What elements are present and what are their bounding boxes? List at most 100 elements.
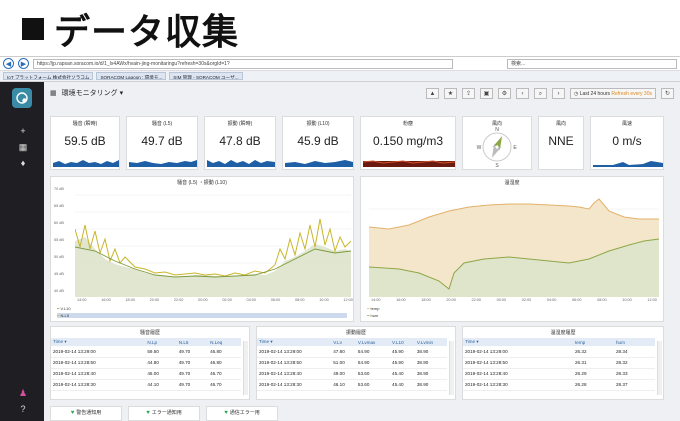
col-header[interactable]: V.L10 [390,338,415,346]
noise-vibration-chart [75,194,351,297]
back-icon[interactable]: ◀ [3,58,14,69]
x-tick: 22:00 [471,298,482,302]
table-row: 2019-02-14 13:28:30 46.10 53.60 45.40 38.90 [257,379,447,391]
col-header[interactable]: N.Lp [145,338,177,346]
star-icon[interactable]: ★ [443,87,457,99]
dashboards-icon[interactable]: ▦ [18,142,28,153]
graph-title: 騒音 (L5) ・振動 (L10) [177,180,227,186]
sparkline [207,160,275,167]
col-header[interactable]: N.L5 [176,338,209,346]
zoom-out-icon[interactable]: ⌕ [533,87,547,99]
user-avatar-icon[interactable]: ♟ [18,388,28,399]
table-row: 2019-02-14 13:28:40 45.00 49.70 46.70 [51,368,241,380]
x-axis: 14:00 16:00 18:00 20:00 22:00 00:00 02:0… [77,298,353,302]
tab-sim[interactable]: SIM 管理 - SORACOM ユーザ... [169,72,243,80]
stat-panel-vibration-l10: 振動 (L10) 45.9 dB [282,116,354,170]
table-title: 振動履歴 [345,330,366,336]
stat-value: 0.150 mg/m3 [372,134,444,148]
sparkline [593,161,663,167]
scrollbar[interactable] [657,341,662,395]
save-icon[interactable]: ▣ [479,87,493,99]
stat-panel-wind-speed: 風速 0 m/s [590,116,664,170]
settings-icon[interactable]: ⚙ [497,87,511,99]
sparkline [285,160,353,167]
stat-title: 騒音 (L5) [151,121,173,127]
compass-e: E [513,145,517,151]
table-row: 2019-02-14 13:28:40 26.29 28.33 [463,368,655,380]
legend-label: N.L5 [60,313,69,318]
col-header[interactable]: V.Lvmin [414,338,447,346]
col-header[interactable]: V.Lv [331,338,356,346]
forward-icon[interactable]: ▶ [18,58,29,69]
x-tick: 04:00 [246,298,257,302]
alert-panel-error: ♥ エラー通知用 [128,406,200,421]
x-tick: 16:00 [101,298,111,302]
col-header[interactable]: Time ▾ [257,338,332,346]
dashboard-title[interactable]: 環境モニタリング ▾ [62,88,123,98]
url-field[interactable]: https://jp.rapsan.soracom.io/d/1_Ix4AWx/… [33,58,453,69]
dashboard-grid-icon: ▦ [50,90,57,97]
stat-value: 45.9 dB [297,134,339,148]
browser-tabs: IoT プラットフォーム 株式会社ソラコム SORACOM Lagoon : 環… [0,71,680,82]
x-tick: 12:00 [343,298,353,302]
time-back-icon[interactable]: ‹ [515,87,529,99]
x-tick: 12:00 [647,298,657,302]
scrollbar[interactable] [449,341,454,395]
sparkline [363,160,455,167]
legend-item[interactable]: ━ hum [367,313,378,318]
col-header[interactable]: temp [573,338,614,346]
stat-value: NNE [548,134,574,148]
title-bullet [22,18,44,40]
y-tick: 45 dB [54,272,64,276]
dashboard-area: ▦ 環境モニタリング ▾ ▲ ★ ⇪ ▣ ⚙ ‹ ⌕ › ◷ Last 24 h… [44,82,680,421]
add-icon[interactable]: + [18,126,28,136]
time-picker[interactable]: ◷ Last 24 hours Refresh every 30s [569,87,656,99]
legend-item[interactable]: ━ temp [367,306,379,311]
stat-title: 粉塵 [402,121,413,127]
lagoon-logo-icon[interactable] [12,88,32,108]
stat-panel-wind-compass: 風向 N E S W [462,116,532,170]
stat-title: 騒音 (瞬時) [72,121,98,127]
col-header[interactable]: V.Lvmax [355,338,391,346]
stat-panel-vibration-instant: 振動 (瞬時) 47.8 dB [204,116,276,170]
table-row: 2019-02-14 13:29:00 47.80 54.90 45.90 38.90 [257,346,447,358]
stat-value: 0 m/s [612,134,642,148]
stat-value: 47.8 dB [219,134,261,148]
table-row: 2019-02-14 13:28:30 44.10 49.70 46.70 [51,379,241,391]
x-tick: 02:00 [521,298,532,302]
x-tick: 22:00 [173,298,184,302]
table-row: 2019-02-14 13:28:50 51.00 54.90 45.90 38.90 [257,357,447,369]
heart-icon: ♥ [224,410,228,416]
col-header[interactable]: N.Leq [208,338,241,346]
legend-item[interactable]: ━ V.L10 [57,306,71,311]
add-panel-icon[interactable]: ▲ [425,87,439,99]
x-tick: 14:00 [77,298,87,302]
time-forward-icon[interactable]: › [551,87,565,99]
x-tick: 08:00 [597,298,607,302]
refresh-icon[interactable]: ↻ [661,87,674,99]
x-tick: 14:00 [371,298,381,302]
x-tick: 02:00 [222,298,232,302]
legend-label: temp [370,306,380,311]
x-tick: 00:00 [198,298,208,302]
tab-soracom[interactable]: IoT プラットフォーム 株式会社ソラコム [3,72,94,80]
table-panel-temp-history: 温湿度履歴 Time ▾ temp hum 2019-02-14 13:29:00 2… [462,326,664,400]
col-header[interactable]: Time ▾ [51,338,146,346]
col-header[interactable]: hum [614,338,655,346]
browser-search-input[interactable]: 検索... [507,58,677,69]
table-row: 2019-02-14 13:28:40 49.00 53.60 45.40 38.90 [257,368,447,380]
stat-panel-wind-direction: 風向 NNE [538,116,584,170]
share-icon[interactable]: ⇪ [461,87,475,99]
legend-item[interactable]: ━ N.L5 [57,313,347,318]
heart-icon: ♥ [70,410,75,416]
legend-label: hum [370,313,379,318]
sparkline [53,160,119,167]
tab-lagoon[interactable]: SORACOM Lagoon : 環境モ... [96,72,167,80]
help-icon[interactable]: ? [18,404,28,414]
col-header[interactable]: Time ▾ [463,338,573,346]
alert-bell-icon[interactable]: ♦ [18,158,28,168]
slide-title: データ収集 [22,6,239,53]
table-row: 2019-02-14 13:28:50 44.80 49.70 46.80 [51,357,241,369]
scrollbar[interactable] [243,341,248,395]
x-tick: 20:00 [446,298,456,302]
